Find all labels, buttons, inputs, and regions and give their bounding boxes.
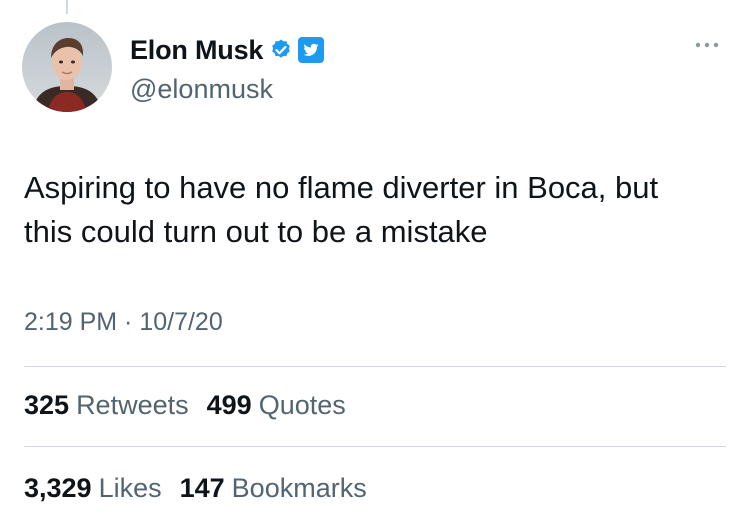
quotes-label: Quotes bbox=[258, 390, 346, 420]
divider bbox=[24, 446, 726, 447]
bookmarks-stat[interactable]: 147 Bookmarks bbox=[180, 473, 367, 504]
twitter-bird-icon bbox=[298, 37, 325, 63]
tweet-text-line: Aspiring to have no flame diverter in Bo… bbox=[24, 170, 659, 205]
tweet-text-line: this could turn out to be a mistake bbox=[24, 214, 488, 249]
verified-check-icon bbox=[272, 39, 291, 58]
profile-photo-icon bbox=[22, 22, 112, 112]
likes-count: 3,329 bbox=[24, 473, 92, 503]
tweet-text: Aspiring to have no flame diverter in Bo… bbox=[24, 166, 734, 254]
divider bbox=[24, 366, 726, 367]
engagement-stats-row: 325 Retweets 499 Quotes bbox=[24, 390, 364, 421]
quotes-count: 499 bbox=[206, 390, 252, 420]
retweets-label: Retweets bbox=[76, 390, 189, 420]
retweets-count: 325 bbox=[24, 390, 70, 420]
author-display-name[interactable]: Elon Musk bbox=[130, 35, 263, 66]
bookmarks-count: 147 bbox=[179, 473, 225, 503]
thread-connector-line bbox=[66, 0, 68, 14]
engagement-stats-row: 3,329 Likes 147 Bookmarks bbox=[24, 473, 385, 504]
retweets-stat[interactable]: 325 Retweets bbox=[24, 390, 189, 421]
quotes-stat[interactable]: 499 Quotes bbox=[207, 390, 346, 421]
likes-label: Likes bbox=[98, 473, 162, 503]
likes-stat[interactable]: 3,329 Likes bbox=[24, 473, 162, 504]
author-handle[interactable]: @elonmusk bbox=[130, 74, 273, 105]
author-name-row[interactable]: Elon Musk bbox=[130, 34, 325, 66]
tweet-timestamp[interactable]: 2:19 PM · 10/7/20 bbox=[24, 308, 223, 337]
bookmarks-label: Bookmarks bbox=[231, 473, 367, 503]
more-options-icon[interactable] bbox=[694, 40, 720, 50]
avatar[interactable] bbox=[22, 22, 112, 112]
